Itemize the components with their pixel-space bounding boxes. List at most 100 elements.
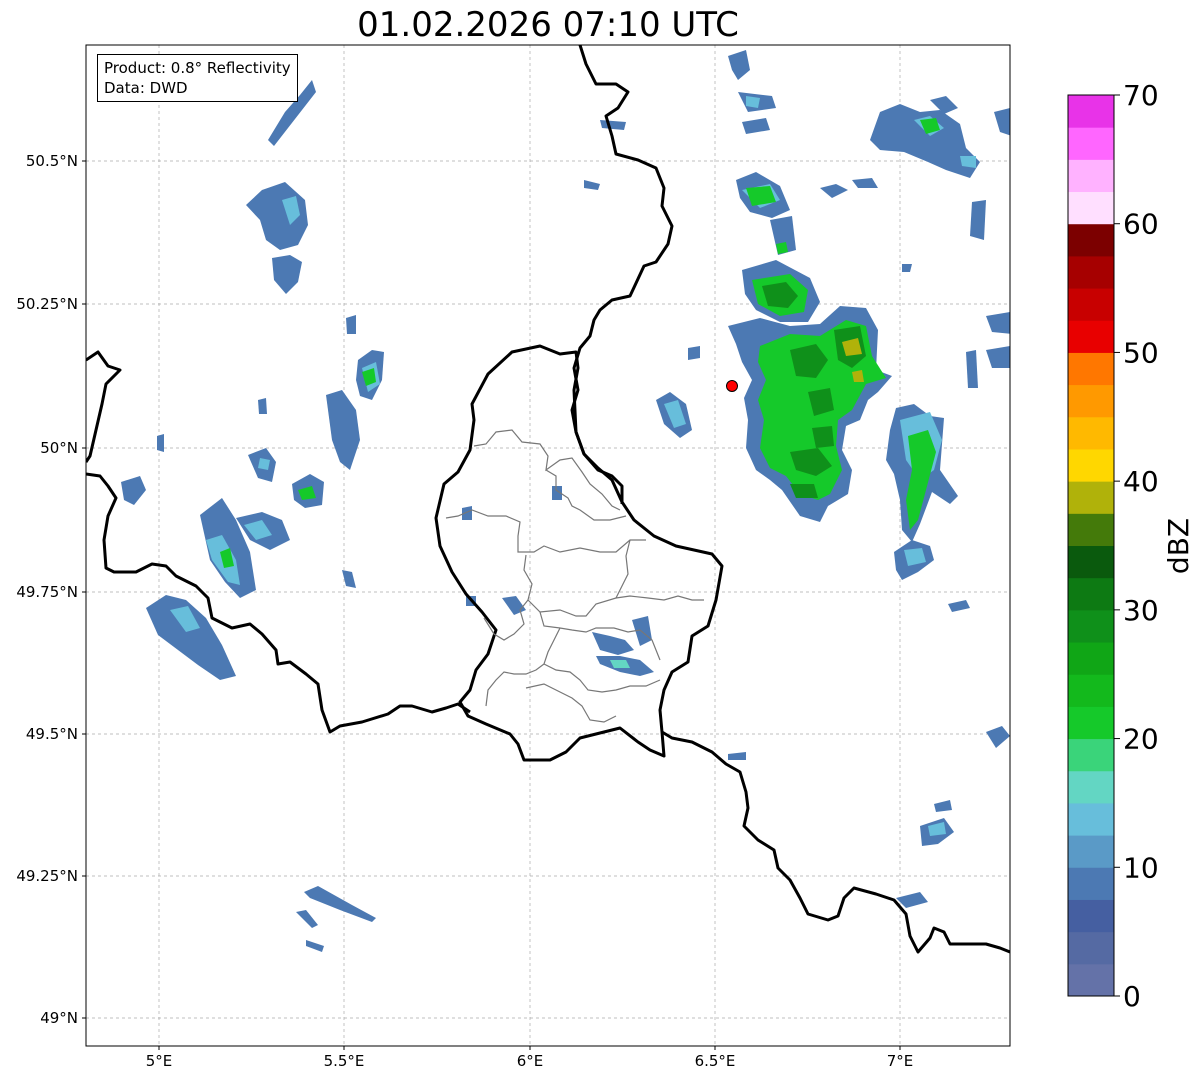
colorbar-segment — [1068, 738, 1114, 772]
lat-tick: 50°N — [40, 439, 78, 457]
echo-cell — [592, 632, 634, 655]
echo-cell — [146, 595, 236, 680]
colorbar-segment — [1068, 609, 1114, 643]
echo-cell — [776, 242, 788, 254]
lon-tick: 5°E — [146, 1052, 173, 1070]
belgium-netherlands-border — [86, 350, 122, 463]
colorbar-segment — [1068, 963, 1114, 997]
echo-cell — [258, 398, 267, 414]
colorbar-segment — [1068, 95, 1114, 128]
echo-cell — [870, 104, 980, 178]
echo-cell — [896, 892, 928, 908]
echo-cell — [157, 434, 164, 452]
colorbar-label: dBZ — [1162, 518, 1195, 574]
colorbar-segment — [1068, 384, 1114, 418]
colorbar-segment — [1068, 223, 1114, 257]
colorbar-segment — [1068, 448, 1114, 482]
colorbar-segment — [1068, 706, 1114, 740]
colorbar-segment — [1068, 320, 1114, 353]
echo-cell — [346, 315, 356, 334]
echo-cell — [742, 118, 770, 134]
echo-cell — [728, 50, 750, 80]
colorbar-segment — [1068, 481, 1114, 514]
echo-cell — [326, 390, 360, 470]
colorbar-segment — [1068, 159, 1114, 193]
germany-belgium-border — [570, 45, 674, 504]
colorbar-tick-label: 30 — [1123, 594, 1159, 627]
colorbar-segment — [1068, 835, 1114, 868]
lon-tick: 6.5°E — [695, 1052, 736, 1070]
echo-cell — [306, 940, 324, 952]
echo-cell — [820, 184, 848, 198]
lon-tick: 7°E — [887, 1052, 914, 1070]
colorbar-tick-label: 20 — [1123, 723, 1159, 756]
echo-cell — [272, 255, 302, 294]
lon-tick-labels: 5°E 5.5°E 6°E 6.5°E 7°E — [146, 1046, 914, 1070]
colorbar-tick-label: 0 — [1123, 980, 1141, 1013]
lat-tick: 50.25°N — [16, 295, 78, 313]
colorbar-segment — [1068, 674, 1114, 707]
echo-cell — [970, 200, 986, 240]
echo-cell — [986, 726, 1010, 748]
data-source-label: Data: DWD — [104, 79, 188, 97]
colorbar-segment — [1068, 513, 1114, 546]
radar-site-marker — [726, 380, 738, 392]
echo-cell — [948, 600, 970, 612]
echo-cell — [258, 458, 270, 470]
echo-cell — [852, 178, 878, 188]
colorbar-segment — [1068, 931, 1114, 965]
echo-cell — [986, 346, 1010, 368]
lon-tick: 5.5°E — [324, 1052, 365, 1070]
district-borders — [445, 429, 704, 723]
colorbar-segments — [1068, 95, 1114, 997]
echo-cell — [584, 180, 600, 190]
colorbar-segment — [1068, 288, 1114, 321]
lon-tick: 6°E — [517, 1052, 544, 1070]
colorbar-segment — [1068, 802, 1114, 836]
lat-tick: 49°N — [40, 1009, 78, 1027]
echo-cell — [296, 910, 318, 928]
radar-map: 50.5°N 50.25°N 50°N 49.75°N 49.5°N 49.25… — [16, 44, 1195, 1070]
colorbar: 0 10 20 30 40 50 60 70 dBZ — [1067, 79, 1195, 1013]
lat-tick: 49.5°N — [26, 725, 78, 743]
product-info-box: Product: 0.8° Reflectivity Data: DWD — [97, 54, 298, 102]
belgium-france-border — [86, 472, 471, 734]
colorbar-segment — [1068, 191, 1114, 225]
echo-cell — [600, 120, 626, 130]
echo-cell — [902, 264, 912, 272]
echo-cell — [121, 476, 146, 505]
echo-cell — [304, 886, 376, 922]
germany-france-border — [661, 730, 1010, 954]
product-label: Product: 0.8° Reflectivity — [104, 59, 291, 77]
echo-cell — [728, 752, 746, 760]
colorbar-segment — [1068, 770, 1114, 804]
colorbar-tick-label: 50 — [1123, 336, 1159, 369]
lat-tick: 50.5°N — [26, 152, 78, 170]
echo-cell — [994, 108, 1010, 136]
colorbar-tick-label: 70 — [1123, 79, 1159, 112]
colorbar-segment — [1068, 899, 1114, 933]
colorbar-segment — [1068, 867, 1114, 900]
echo-cell — [688, 346, 700, 360]
echo-cell — [502, 596, 526, 615]
lat-tick-labels: 50.5°N 50.25°N 50°N 49.75°N 49.5°N 49.25… — [16, 152, 86, 1027]
colorbar-segment — [1068, 352, 1114, 386]
colorbar-segment — [1068, 255, 1114, 289]
lat-tick: 49.75°N — [16, 583, 78, 601]
colorbar-segment — [1068, 577, 1114, 611]
colorbar-segment — [1068, 416, 1114, 450]
echo-cell — [986, 312, 1010, 334]
colorbar-segment — [1068, 127, 1114, 160]
colorbar-segment — [1068, 642, 1114, 675]
radar-echoes — [121, 50, 1010, 952]
colorbar-segment — [1068, 545, 1114, 579]
colorbar-tick-label: 10 — [1123, 851, 1159, 884]
colorbar-tick-label: 40 — [1123, 465, 1159, 498]
echo-cell — [852, 370, 864, 382]
colorbar-tick-label: 60 — [1123, 208, 1159, 241]
colorbar-ticks: 0 10 20 30 40 50 60 70 — [1114, 79, 1159, 1013]
echo-cell — [746, 96, 760, 108]
lat-tick: 49.25°N — [16, 867, 78, 885]
echo-cell — [966, 350, 978, 388]
echo-cell — [934, 800, 952, 812]
